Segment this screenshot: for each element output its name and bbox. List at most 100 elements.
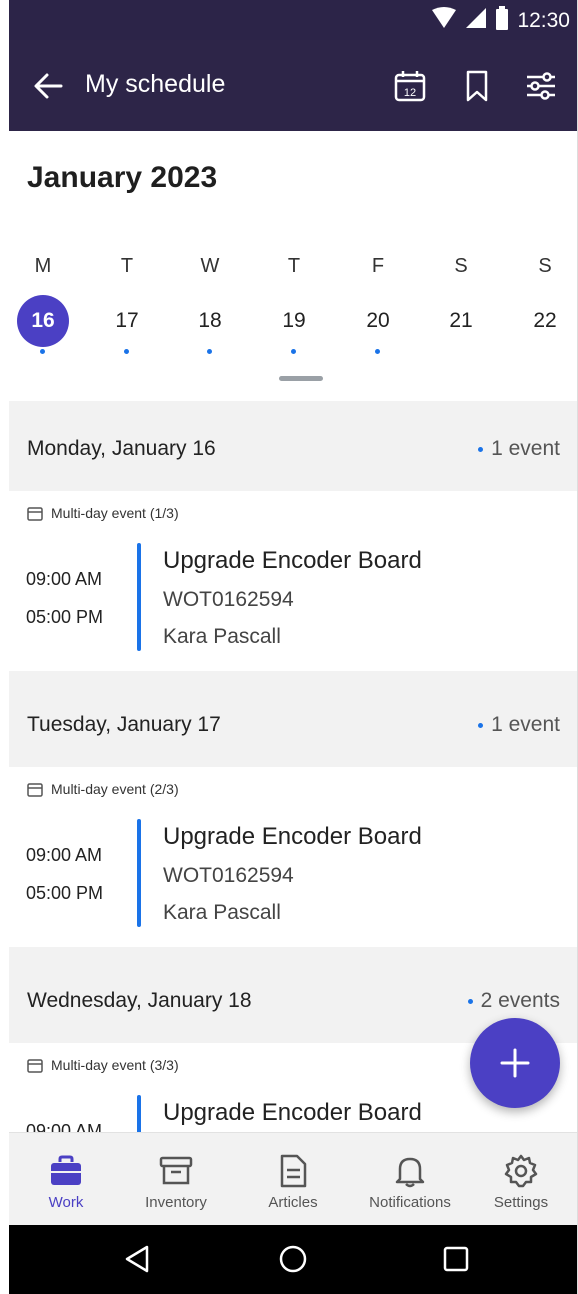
event-accent-bar — [137, 543, 141, 651]
weekday-label: T — [120, 255, 134, 277]
event-count: 2 events — [467, 989, 560, 1013]
system-back-button[interactable] — [117, 1239, 157, 1279]
event-accent-bar — [137, 819, 141, 927]
day-header-title: Monday, January 16 — [27, 437, 216, 460]
back-triangle-icon — [125, 1245, 149, 1273]
event-start-time: 09:00 AM — [26, 845, 103, 865]
recents-square-icon — [443, 1246, 469, 1272]
nav-label: Settings — [493, 1194, 549, 1211]
calendar-small-icon — [27, 506, 43, 521]
nav-item-articles[interactable]: Articles — [236, 1133, 350, 1226]
calendar-day[interactable]: 22 — [519, 295, 571, 347]
multi-day-tag: Multi-day event (2/3) — [27, 781, 179, 797]
calendar-button[interactable]: 12 — [392, 68, 428, 104]
document-icon — [273, 1153, 313, 1189]
multi-day-tag: Multi-day event (1/3) — [27, 505, 179, 521]
weekday-label: F — [371, 255, 385, 277]
event-dot — [207, 349, 212, 354]
archive-box-icon — [156, 1153, 196, 1189]
nav-label: Notifications — [369, 1194, 451, 1211]
agenda-list: Monday, January 16 1 event Multi-day eve… — [9, 401, 578, 1132]
filter-button[interactable] — [523, 68, 559, 104]
event-title: Upgrade Encoder Board — [163, 547, 422, 574]
event-count-dot — [478, 722, 484, 728]
page-title: My schedule — [85, 70, 226, 98]
system-recents-button[interactable] — [436, 1239, 476, 1279]
nav-label: Work — [48, 1194, 84, 1211]
event-end-time: 05:00 PM — [26, 883, 104, 903]
back-button[interactable] — [31, 68, 67, 104]
nav-item-notifications[interactable]: Notifications — [353, 1133, 467, 1226]
bottom-nav: Work Inventory Articles Notifications Se… — [9, 1132, 578, 1225]
weekday-label: T — [287, 255, 301, 277]
app-bar: My schedule 12 — [9, 40, 578, 131]
event-count-label: 1 event — [491, 437, 560, 460]
calendar-icon-day: 12 — [404, 87, 416, 99]
nav-label: Inventory — [145, 1194, 207, 1211]
event-dot — [291, 349, 296, 354]
event-work-order: WOT0162594 — [163, 588, 294, 611]
weekday-label: M — [34, 255, 52, 277]
multi-day-label: Multi-day event (2/3) — [51, 781, 179, 797]
nav-label: Articles — [268, 1194, 318, 1211]
multi-day-label: Multi-day event (1/3) — [51, 505, 179, 521]
event-start-time: 09:00 AM — [26, 1121, 103, 1132]
gear-icon — [501, 1153, 541, 1189]
multi-day-tag: Multi-day event (3/3) — [27, 1057, 179, 1073]
status-time: 12:30 — [517, 8, 570, 32]
calendar-day[interactable]: 21 — [435, 295, 487, 347]
system-nav-bar — [9, 1225, 578, 1294]
briefcase-icon — [46, 1153, 86, 1189]
filter-icon — [527, 72, 555, 100]
week-calendar: January 2023 M T W T F S S 16 17 18 19 2… — [9, 131, 578, 401]
calendar-small-icon — [27, 782, 43, 797]
nav-item-inventory[interactable]: Inventory — [119, 1133, 233, 1226]
event-count-label: 1 event — [491, 713, 560, 736]
event-end-time: 05:00 PM — [26, 607, 104, 627]
day-header: Tuesday, January 17 1 event — [9, 677, 578, 767]
event-dot — [40, 349, 45, 354]
event-dot — [375, 349, 380, 354]
event-dot — [124, 349, 129, 354]
weekday-label: S — [538, 255, 552, 277]
event-title: Upgrade Encoder Board — [163, 1099, 422, 1126]
event-count-dot — [467, 998, 473, 1004]
weekday-label: W — [200, 255, 220, 277]
calendar-day-selected[interactable]: 16 — [17, 295, 69, 347]
system-home-button[interactable] — [273, 1239, 313, 1279]
status-bar: 12:30 — [9, 0, 578, 40]
battery-icon — [495, 6, 509, 35]
nav-item-settings[interactable]: Settings — [464, 1133, 578, 1226]
calendar-day[interactable]: 20 — [352, 295, 404, 347]
calendar-icon: 12 — [394, 71, 426, 102]
signal-icon — [465, 7, 487, 34]
event-count: 1 event — [478, 713, 560, 737]
event-start-time: 09:00 AM — [26, 569, 103, 589]
event-work-order: WOT0162594 — [163, 864, 294, 887]
day-header-title: Tuesday, January 17 — [27, 713, 221, 736]
back-arrow-icon — [34, 73, 63, 99]
plus-icon — [500, 1048, 530, 1078]
bookmark-icon — [466, 70, 488, 102]
weekday-label: S — [454, 255, 468, 277]
bell-icon — [390, 1153, 430, 1189]
event-card[interactable]: Multi-day event (1/3) 09:00 AM 05:00 PM … — [9, 491, 578, 671]
calendar-day[interactable]: 18 — [184, 295, 236, 347]
multi-day-label: Multi-day event (3/3) — [51, 1057, 179, 1073]
event-card[interactable]: Multi-day event (2/3) 09:00 AM 05:00 PM … — [9, 767, 578, 947]
add-event-button[interactable] — [470, 1018, 560, 1108]
nav-item-work[interactable]: Work — [9, 1133, 123, 1226]
bookmark-button[interactable] — [459, 68, 495, 104]
day-header-title: Wednesday, January 18 — [27, 989, 252, 1012]
event-count-dot — [478, 446, 484, 452]
event-assignee: Kara Pascall — [163, 625, 281, 648]
event-title: Upgrade Encoder Board — [163, 823, 422, 850]
calendar-day[interactable]: 19 — [268, 295, 320, 347]
month-title: January 2023 — [27, 161, 218, 194]
drag-handle[interactable] — [279, 376, 323, 381]
event-assignee: Kara Pascall — [163, 901, 281, 924]
event-count-label: 2 events — [480, 989, 560, 1012]
wifi-icon — [431, 7, 457, 34]
event-count: 1 event — [478, 437, 560, 461]
calendar-day[interactable]: 17 — [101, 295, 153, 347]
